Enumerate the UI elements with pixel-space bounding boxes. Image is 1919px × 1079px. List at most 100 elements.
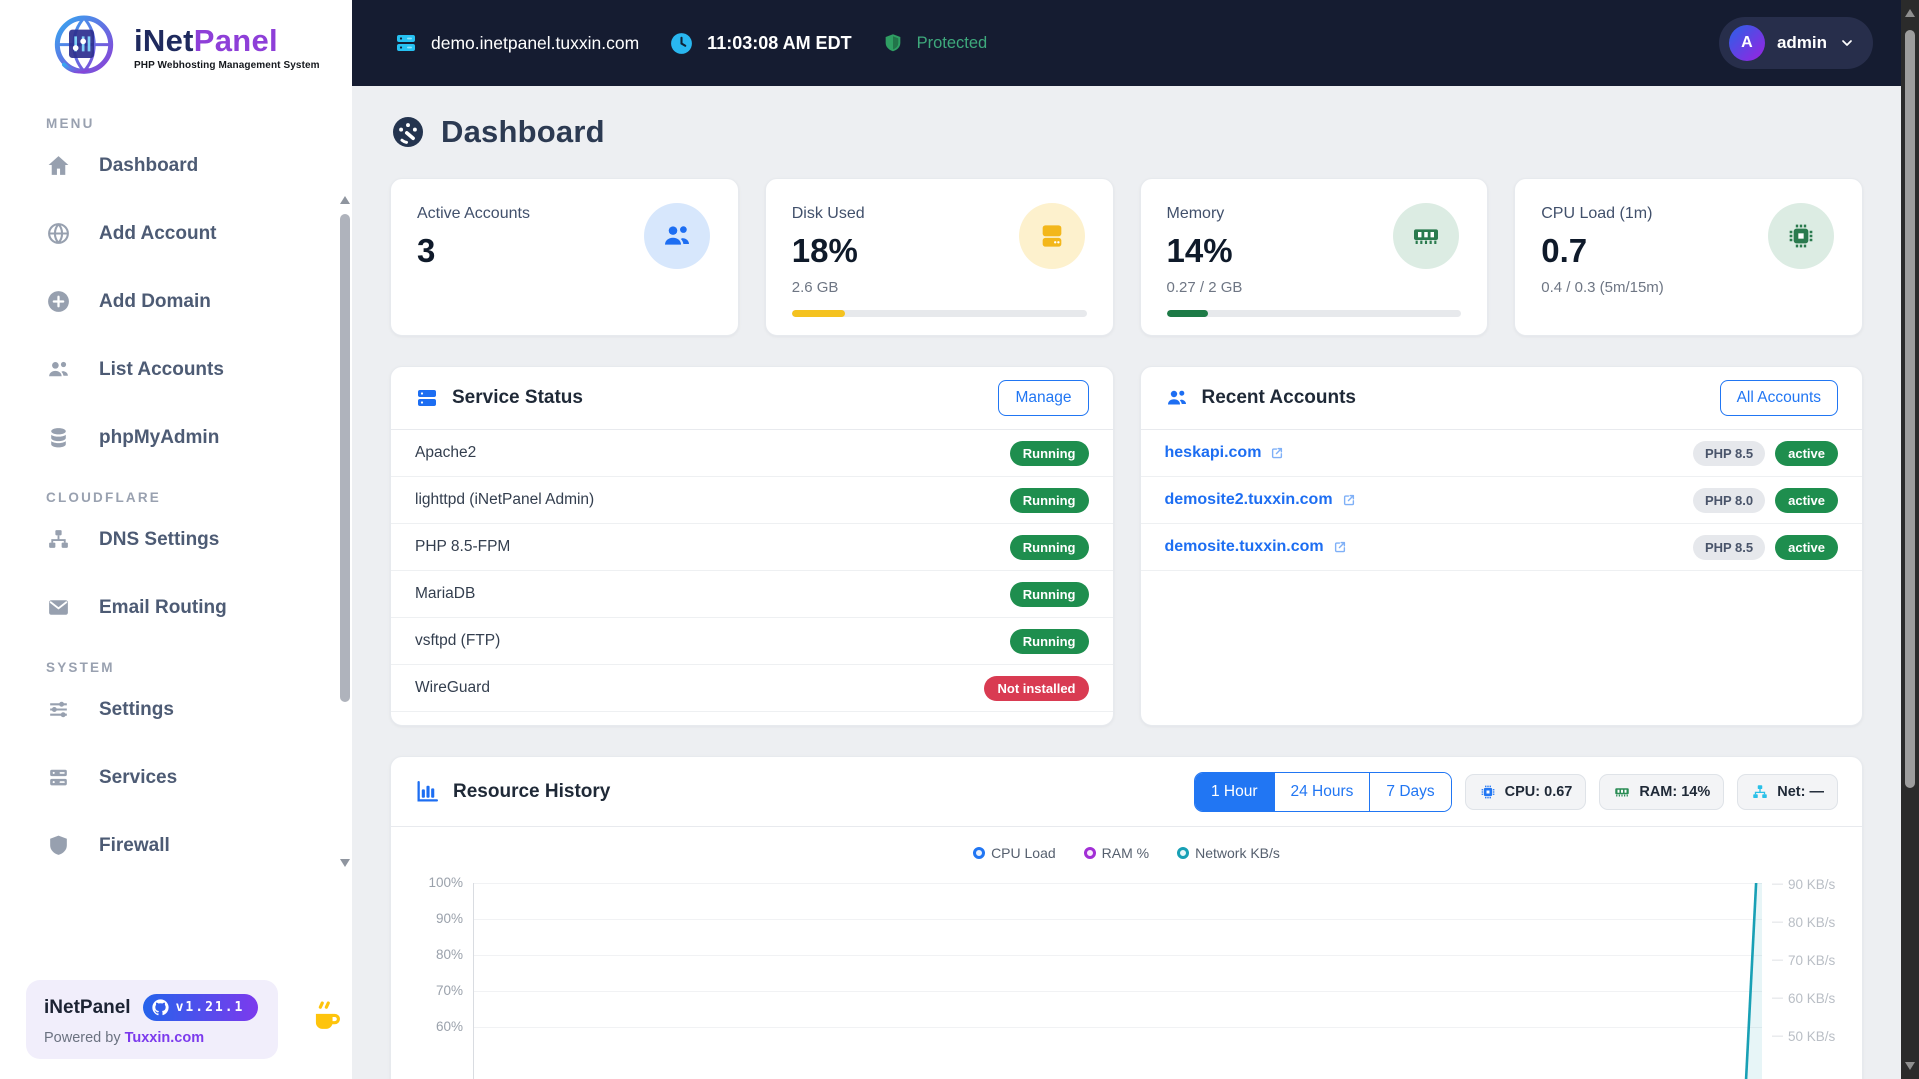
user-name: admin [1776,33,1827,52]
recent-accounts-header: Recent Accounts All Accounts [1140,367,1862,430]
sidebar-item-email-routing[interactable]: Email Routing [46,585,352,630]
sidebar-item-dns-settings[interactable]: DNS Settings [46,517,352,562]
home-icon [48,156,69,175]
envelope-icon [49,600,68,615]
external-link-icon [1334,541,1345,553]
shield-icon [50,835,67,855]
panels-row: Service Status Manage Apache2 Running li… [390,366,1863,726]
brand-name: iNetPanel [134,23,278,58]
account-domain-link[interactable]: heskapi.com [1165,444,1285,462]
recent-accounts-panel: Recent Accounts All Accounts heskapi.com… [1139,366,1863,726]
service-rows: Apache2 Running lighttpd (iNetPanel Admi… [391,430,1113,712]
sidebar-item-list-accounts[interactable]: List Accounts [46,347,352,392]
service-row: WireGuard Not installed [391,665,1113,712]
account-row: heskapi.com PHP 8.5 active [1140,430,1862,477]
status-badge: Running [1009,628,1089,654]
y-axis-tick-left: 70% [435,983,463,998]
y-axis-tick-left: 100% [428,875,463,890]
user-menu[interactable]: A admin [1718,17,1873,69]
legend-ram[interactable]: RAM % [1083,845,1149,861]
external-link-icon [1343,494,1354,506]
resource-history-header: Resource History 1 Hour 24 Hours 7 Days … [391,757,1862,827]
sidebar-scrollbar-thumb[interactable] [340,214,350,702]
stat-card-memory: Memory 14% 0.27 / 2 GB [1139,178,1489,336]
y-axis-tick-right: 90 KB/s [1772,877,1836,915]
status-badge: Running [1009,581,1089,607]
nav-section-system: SYSTEM [46,660,115,675]
legend-cpu-load[interactable]: CPU Load [973,845,1056,861]
php-version-badge: PHP 8.0 [1692,487,1766,513]
memory-progress-bar [1166,310,1462,317]
scroll-down-icon[interactable] [340,859,350,867]
service-row: MariaDB Running [391,571,1113,618]
nav-section-cloudflare: CLOUDFLARE [46,490,161,505]
service-name: PHP 8.5-FPM [415,538,511,555]
stat-cards: Active Accounts 3 Disk Used 18% 2.6 GB M… [390,178,1863,336]
account-domain-link[interactable]: demosite.tuxxin.com [1165,538,1347,556]
y-axis-tick-left: 80% [435,947,463,962]
globe-icon [48,223,69,244]
stat-card-cpu-load: CPU Load (1m) 0.7 0.4 / 0.3 (5m/15m) [1514,178,1863,336]
external-link-icon [1272,447,1283,459]
sidebar-nav: MENU Dashboard Add Account Add Domain Li… [0,90,352,974]
sidebar-item-add-account[interactable]: Add Account [46,211,352,256]
main-content: Dashboard Active Accounts 3 Disk Used 18… [352,86,1901,1079]
all-accounts-button[interactable]: All Accounts [1719,380,1838,416]
version-card: iNetPanel v1.21.1 Powered by Tuxxin.com [26,980,279,1059]
scroll-down-icon[interactable] [1905,1062,1915,1070]
version-badge[interactable]: v1.21.1 [142,994,259,1021]
brand: iNetPanel PHP Webhosting Management Syst… [0,0,352,90]
nav-section-menu: MENU [46,116,95,131]
bar-chart-icon [417,780,439,802]
y-axis-tick-right: 60 KB/s [1772,991,1836,1029]
service-name: WireGuard [415,679,490,696]
time-range-group: 1 Hour 24 Hours 7 Days [1193,771,1452,812]
y-axis-tick-left: 90% [435,911,463,926]
tuxxin-link[interactable]: Tuxxin.com [125,1030,205,1046]
network-chip: Net: — [1737,773,1838,810]
legend-network[interactable]: Network KB/s [1177,845,1280,861]
range-1-hour-button[interactable]: 1 Hour [1194,772,1275,811]
panel-title: Resource History [453,780,611,802]
resource-history-panel: Resource History 1 Hour 24 Hours 7 Days … [390,756,1863,1079]
range-24-hours-button[interactable]: 24 Hours [1274,772,1371,811]
page-title: Dashboard [441,114,605,149]
database-icon [51,428,66,448]
sidebar-item-settings[interactable]: Settings [46,687,352,732]
coffee-button[interactable] [308,998,346,1041]
window-scrollbar-thumb[interactable] [1905,30,1915,788]
window-scrollbar[interactable] [1901,0,1919,1079]
disk-progress-bar [791,310,1087,317]
account-state-badge: active [1775,440,1838,466]
sidebar-item-dashboard[interactable]: Dashboard [46,143,352,188]
ram-series-marker-icon [1083,847,1096,859]
scroll-up-icon[interactable] [340,196,350,204]
account-state-badge: active [1775,534,1838,560]
sidebar-item-services[interactable]: Services [46,755,352,800]
scroll-up-icon[interactable] [1905,9,1915,17]
sidebar-item-phpmyadmin[interactable]: phpMyAdmin [46,415,352,460]
range-7-days-button[interactable]: 7 Days [1370,772,1451,811]
server-stack-icon [418,390,436,406]
brand-tagline: PHP Webhosting Management System [134,60,320,71]
sliders-icon [50,701,67,718]
left-axis: 100% 90% 80% 70% 60% [417,875,463,1055]
account-domain-link[interactable]: demosite2.tuxxin.com [1165,491,1356,509]
version-label: v1.21.1 [175,1000,245,1015]
service-name: MariaDB [415,585,476,602]
sidebar-footer: iNetPanel v1.21.1 Powered by Tuxxin.com [0,974,352,1079]
memory-icon [1615,787,1630,796]
manage-button[interactable]: Manage [998,380,1089,416]
sidebar-item-add-domain[interactable]: Add Domain [46,279,352,324]
host-group: demo.inetpanel.tuxxin.com [394,31,639,55]
status-badge: Running [1009,534,1089,560]
protected-shield-icon [885,34,900,52]
service-row: vsftpd (FTP) Running [391,618,1113,665]
gauge-icon [393,117,423,147]
chevron-down-icon [1842,40,1852,46]
ram-chip: RAM: 14% [1599,773,1725,810]
sidebar-item-firewall[interactable]: Firewall [46,823,352,868]
cpu-icon [1481,785,1495,798]
plus-circle-icon [48,291,69,312]
sidebar-scrollbar[interactable] [339,186,351,869]
